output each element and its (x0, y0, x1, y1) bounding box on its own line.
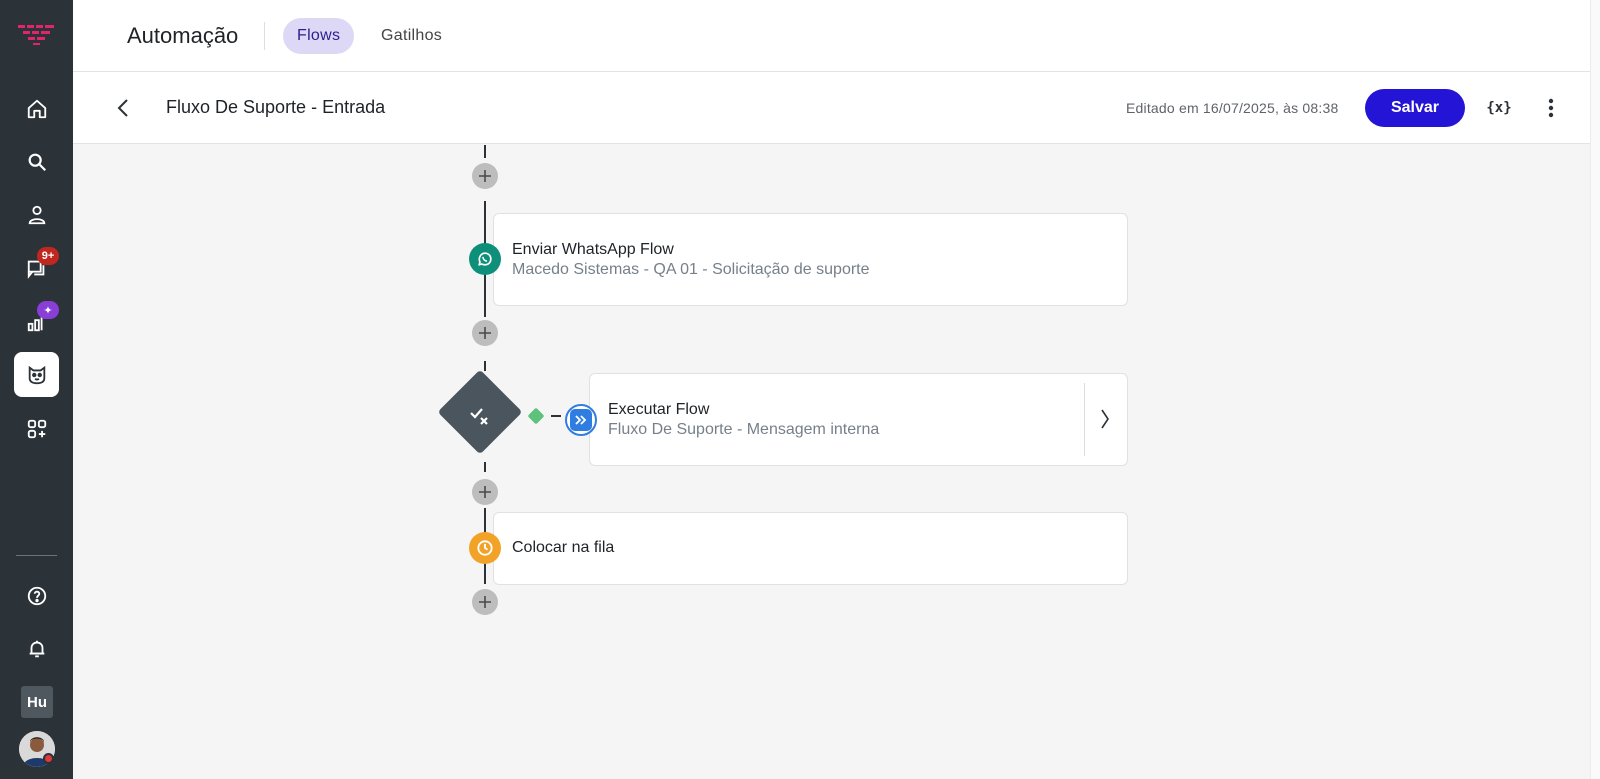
plus-icon (479, 170, 491, 182)
sidebar-item-contacts[interactable] (14, 192, 59, 237)
top-nav: Automação Flows Gatilhos (73, 0, 1600, 72)
flow-name: Fluxo De Suporte - Entrada (166, 97, 386, 117)
reports-badge: ✦ (37, 301, 59, 319)
execute-flow-node-icon (565, 404, 597, 436)
connector-dash (484, 462, 486, 472)
bot-icon (28, 365, 45, 384)
whatsapp-icon (478, 252, 492, 266)
connector-dash (484, 361, 486, 371)
tab-gatilhos[interactable]: Gatilhos (367, 18, 456, 54)
help-icon (27, 586, 46, 605)
chats-badge: 9+ (37, 247, 59, 265)
more-vertical-icon (1548, 98, 1554, 118)
add-step-button[interactable] (472, 479, 498, 505)
chevron-left-icon (117, 99, 128, 117)
open-subflow-button[interactable] (1096, 407, 1114, 431)
node-title: Colocar na fila (512, 539, 615, 556)
flow-header: Fluxo De Suporte - Entrada Editado em 16… (73, 72, 1600, 144)
nav-divider (264, 22, 265, 50)
sidebar-item-search[interactable] (14, 139, 59, 184)
plus-icon (479, 486, 491, 498)
clock-icon (477, 540, 493, 556)
add-step-button[interactable] (472, 320, 498, 346)
home-icon (27, 99, 46, 118)
page-title: Automação (127, 23, 239, 48)
apps-add-icon (27, 419, 46, 438)
sidebar-item-notifications[interactable] (14, 626, 59, 671)
node-title: Executar Flow (608, 401, 710, 418)
person-icon (28, 205, 45, 224)
double-chevron-icon (575, 415, 587, 425)
chevron-right-icon (1101, 409, 1109, 429)
workspace-switcher[interactable]: Hu (21, 686, 53, 718)
node-subtitle: Macedo Sistemas - QA 01 - Solicitação de… (512, 261, 870, 278)
sidebar-item-home[interactable] (14, 86, 59, 131)
connector-line (484, 145, 486, 158)
sidebar-item-help[interactable] (14, 573, 59, 618)
node-card-execute-flow[interactable] (589, 373, 1128, 466)
edited-timestamp: Editado em 16/07/2025, às 08:38 (1126, 100, 1339, 116)
tab-flows[interactable]: Flows (283, 18, 355, 54)
search-icon (28, 153, 46, 171)
queue-node-icon (469, 532, 501, 564)
node-card-whatsapp[interactable] (493, 213, 1128, 306)
variables-button[interactable]: {x} (1485, 94, 1513, 122)
sidebar: 9+ ✦ Hu (0, 0, 73, 779)
sidebar-divider (16, 555, 57, 556)
sidebar-item-automation[interactable] (14, 352, 59, 397)
node-subtitle: Fluxo De Suporte - Mensagem interna (608, 421, 880, 438)
condition-node-icon (466, 402, 494, 430)
check-x-icon (470, 408, 488, 425)
scrollbar[interactable] (1590, 0, 1600, 779)
back-button[interactable] (109, 94, 137, 122)
whatsapp-node-icon (469, 243, 501, 275)
add-step-button[interactable] (472, 163, 498, 189)
card-divider (1084, 383, 1085, 456)
branch-handle[interactable] (527, 407, 545, 425)
more-options-button[interactable] (1537, 94, 1565, 122)
status-dot (43, 753, 54, 764)
branch-connector (551, 415, 561, 417)
save-button[interactable]: Salvar (1365, 89, 1465, 127)
bell-icon (29, 640, 44, 657)
plus-icon (479, 596, 491, 608)
add-step-button[interactable] (472, 589, 498, 615)
brand-logo[interactable] (18, 22, 56, 46)
sidebar-item-apps[interactable] (14, 406, 59, 451)
plus-icon (479, 327, 491, 339)
node-title: Enviar WhatsApp Flow (512, 241, 674, 258)
